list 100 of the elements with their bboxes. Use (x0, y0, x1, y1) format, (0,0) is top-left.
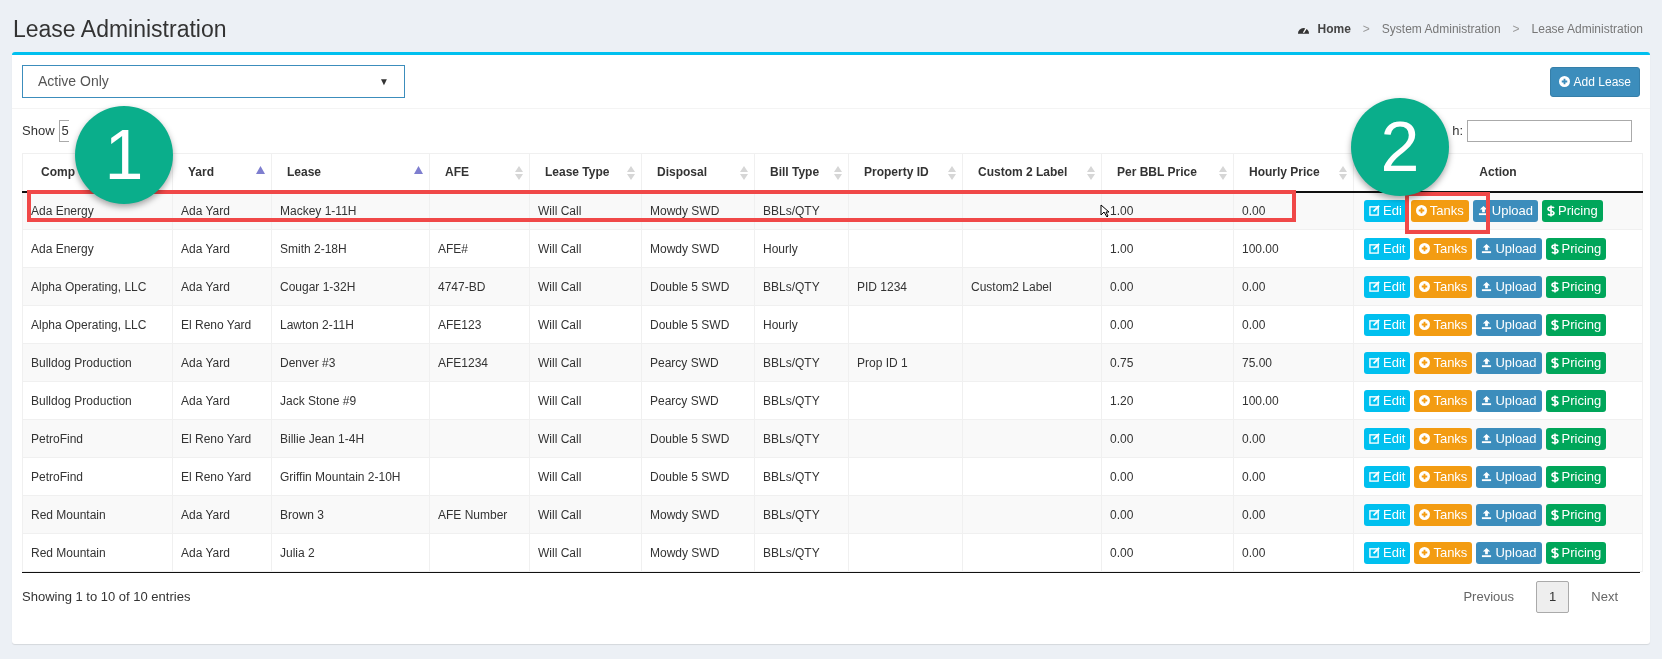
upload-button[interactable]: Upload (1476, 351, 1542, 374)
upload-button[interactable]: Upload (1476, 389, 1542, 412)
plus-circle-icon (1415, 205, 1427, 217)
tanks-button[interactable]: Tanks (1414, 237, 1473, 260)
pricing-button[interactable]: Pricing (1545, 541, 1607, 564)
edit-button[interactable]: Edit (1364, 237, 1411, 260)
upload-button[interactable]: Upload (1476, 465, 1542, 488)
upload-button[interactable]: Upload (1476, 275, 1542, 298)
table-cell: Mowdy SWD (650, 507, 720, 522)
pricing-button[interactable]: Pricing (1545, 351, 1607, 374)
plus-circle-icon (1419, 243, 1431, 254)
table-cell: 0.00 (1242, 507, 1266, 522)
column-header[interactable]: AFE (445, 165, 469, 180)
table-cell: 0.00 (1110, 545, 1134, 560)
table-cell: BBLs/QTY (763, 279, 820, 294)
upload-button[interactable]: Upload (1476, 503, 1542, 526)
edit-icon (1369, 205, 1380, 217)
tanks-button[interactable]: Tanks (1414, 503, 1473, 526)
column-header[interactable]: Yard (188, 165, 214, 180)
sort-ascending-icon (256, 166, 265, 174)
tanks-button[interactable]: Tanks (1414, 427, 1473, 450)
dollar-icon (1550, 280, 1559, 293)
search-field[interactable] (1467, 120, 1632, 142)
tanks-button[interactable]: Tanks (1414, 313, 1473, 336)
pricing-button[interactable]: Pricing (1545, 389, 1607, 412)
table-cell: Red Mountain (31, 545, 106, 560)
table-cell: 0.00 (1242, 545, 1266, 560)
tanks-button[interactable]: Tanks (1414, 351, 1473, 374)
pricing-button[interactable]: Pricing (1545, 503, 1607, 526)
edit-button[interactable]: Edit (1364, 541, 1411, 564)
edit-button[interactable]: Edit (1364, 427, 1411, 450)
edit-icon (1369, 547, 1380, 558)
edit-icon (1369, 357, 1380, 368)
table-cell: Pearcy SWD (650, 393, 719, 408)
plus-circle-icon (1419, 395, 1431, 406)
upload-icon (1481, 395, 1493, 406)
table-cell: 1.20 (1110, 393, 1134, 408)
table-cell: 1.00 (1110, 203, 1134, 218)
sort-ascending-icon (414, 166, 423, 174)
edit-button[interactable]: Edit (1364, 275, 1411, 298)
tanks-button[interactable]: Tanks (1414, 275, 1473, 298)
table-cell: Hourly (763, 317, 798, 332)
upload-icon (1477, 205, 1489, 217)
cursor-icon (1100, 204, 1110, 218)
table-cell: Double 5 SWD (650, 469, 730, 484)
table-cell: Billie Jean 1-4H (280, 431, 365, 446)
table-cell: Will Call (538, 545, 582, 560)
pricing-button[interactable]: Pricing (1545, 465, 1607, 488)
status-dropdown[interactable]: Active Only ▼ (22, 65, 405, 98)
plus-circle-icon (1419, 357, 1431, 368)
edit-button[interactable]: Edit (1364, 351, 1411, 374)
pagination-button[interactable]: Next (1579, 581, 1630, 613)
pricing-button[interactable]: Pricing (1541, 199, 1603, 222)
dollar-icon (1550, 508, 1559, 521)
page-length-select[interactable]: 5 (58, 120, 69, 142)
table-cell: PID 1234 (857, 279, 908, 294)
tanks-button[interactable]: Tanks (1414, 389, 1473, 412)
table-cell: Ada Energy (31, 241, 94, 256)
edit-button[interactable]: Edit (1364, 389, 1411, 412)
breadcrumb-link[interactable]: System Administration (1381, 20, 1501, 38)
table-cell: 1.00 (1110, 241, 1134, 256)
table-cell: Smith 2-18H (280, 241, 347, 256)
table-cell: Brown 3 (280, 507, 325, 522)
column-header[interactable]: Disposal (657, 165, 707, 180)
table-cell: 0.00 (1110, 317, 1134, 332)
table-cell: Will Call (538, 469, 582, 484)
upload-button[interactable]: Upload (1476, 541, 1542, 564)
upload-button[interactable]: Upload (1476, 313, 1542, 336)
table-cell: 0.00 (1110, 507, 1134, 522)
pricing-button[interactable]: Pricing (1545, 275, 1607, 298)
edit-button[interactable]: Edit (1364, 465, 1411, 488)
tanks-button[interactable]: Tanks (1414, 465, 1473, 488)
upload-button[interactable]: Upload (1472, 199, 1538, 222)
table-cell: AFE# (438, 241, 468, 256)
pagination-button[interactable]: Previous (1451, 581, 1527, 613)
add-lease-button[interactable]: Add Lease (1549, 66, 1640, 97)
edit-icon (1369, 319, 1380, 330)
edit-button[interactable]: Edit (1364, 503, 1411, 526)
upload-button[interactable]: Upload (1476, 237, 1542, 260)
pagination-button[interactable]: 1 (1536, 581, 1570, 613)
upload-button[interactable]: Upload (1476, 427, 1542, 450)
table-cell: Ada Yard (181, 355, 230, 370)
plus-circle-icon (1419, 471, 1431, 482)
table-cell: Julia 2 (280, 545, 315, 560)
breadcrumb-current: Lease Administration (1531, 21, 1643, 38)
edit-button[interactable]: Edit (1364, 313, 1411, 336)
tanks-button[interactable]: Tanks (1410, 199, 1469, 222)
edit-button[interactable]: Edi (1364, 199, 1407, 222)
breadcrumb-link[interactable]: Home (1317, 20, 1351, 38)
pricing-button[interactable]: Pricing (1545, 427, 1607, 450)
table-cell: Griffin Mountain 2-10H (280, 469, 401, 484)
table-cell: El Reno Yard (181, 469, 252, 484)
pricing-button[interactable]: Pricing (1545, 237, 1607, 260)
column-header[interactable]: Lease (287, 165, 322, 180)
plus-circle-icon (1419, 281, 1431, 292)
sort-icon (1339, 166, 1347, 180)
tanks-button[interactable]: Tanks (1414, 541, 1473, 564)
upload-icon (1481, 509, 1493, 520)
pricing-button[interactable]: Pricing (1545, 313, 1607, 336)
page-title: Lease Administration (13, 14, 227, 44)
